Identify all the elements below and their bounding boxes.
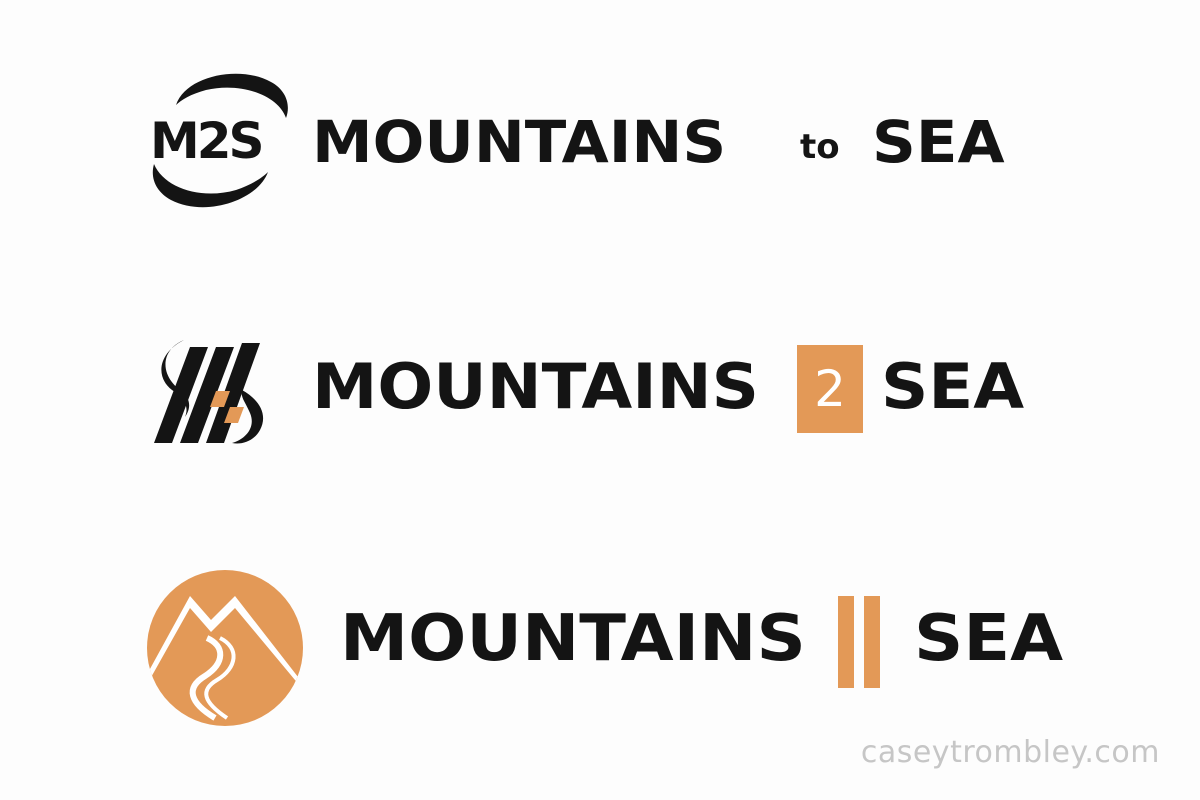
logo2-sea-text: SEA	[881, 350, 1025, 423]
logo3-mountains-text: MOUNTAINS	[340, 602, 806, 676]
logo3-divider-bars	[838, 596, 880, 688]
m2s-ring-emblem-icon: M2S	[150, 73, 288, 208]
monogram-text: M2S	[150, 112, 262, 170]
logo1-sea-text: SEA	[872, 108, 1005, 176]
site-credit: caseytrombley.com	[860, 735, 1160, 770]
logo2-number-badge: 2	[797, 345, 863, 433]
logo2-mountains-text: MOUNTAINS	[312, 350, 760, 423]
logo3-sea-text: SEA	[914, 602, 1064, 676]
divider-bar-left	[838, 596, 854, 688]
striped-s-emblem-icon	[154, 340, 264, 444]
divider-bar-right	[864, 596, 880, 688]
logo1-mountains-text: MOUNTAINS	[312, 108, 727, 176]
mountain-road-circle-emblem-icon	[147, 570, 303, 726]
logo1-to-text: to	[800, 127, 840, 167]
